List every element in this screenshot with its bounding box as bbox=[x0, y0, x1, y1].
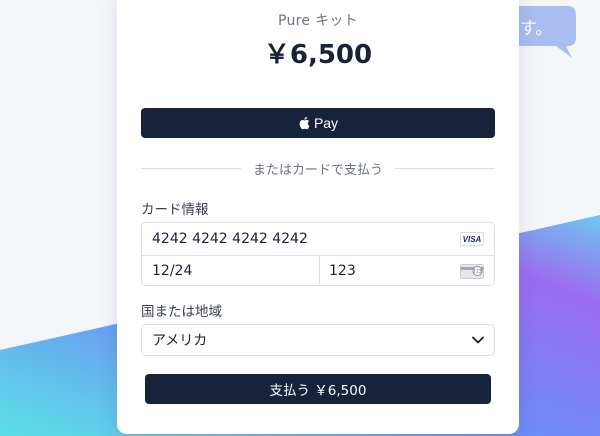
cvc-card-icon: 123 bbox=[460, 264, 484, 279]
country-select[interactable]: アメリカ bbox=[141, 324, 495, 356]
divider-line-left bbox=[141, 167, 241, 169]
or-divider: またはカードで支払う bbox=[141, 158, 496, 178]
apple-pay-button[interactable]: Pay bbox=[141, 108, 495, 138]
total-amount: ￥6,500 bbox=[263, 40, 373, 70]
visa-icon: VISA bbox=[460, 232, 484, 246]
chevron-down-icon bbox=[472, 336, 484, 344]
card-input-group: VISA 123 bbox=[141, 222, 495, 286]
country-label: 国または地域 bbox=[141, 304, 222, 320]
product-name: Pure キット bbox=[278, 13, 358, 29]
apple-pay-label: Pay bbox=[313, 115, 339, 131]
column-separator bbox=[319, 255, 320, 285]
divider-line-right bbox=[395, 167, 496, 169]
divider-text: またはカードで支払う bbox=[253, 162, 384, 178]
pay-button[interactable]: 支払う ￥6,500 bbox=[145, 374, 491, 404]
card-info-label: カード情報 bbox=[141, 202, 209, 218]
chat-bubble-text: す。 bbox=[520, 19, 553, 39]
apple-logo-icon bbox=[298, 116, 310, 130]
checkout-card: Pure キット ￥6,500 Pay またはカードで支払う カード情報 VIS… bbox=[117, 0, 519, 434]
expiry-input[interactable] bbox=[152, 256, 312, 286]
svg-text:123: 123 bbox=[473, 269, 482, 275]
country-select-value: アメリカ bbox=[152, 333, 208, 349]
card-number-input[interactable] bbox=[152, 223, 442, 255]
cvc-input[interactable] bbox=[329, 256, 459, 286]
